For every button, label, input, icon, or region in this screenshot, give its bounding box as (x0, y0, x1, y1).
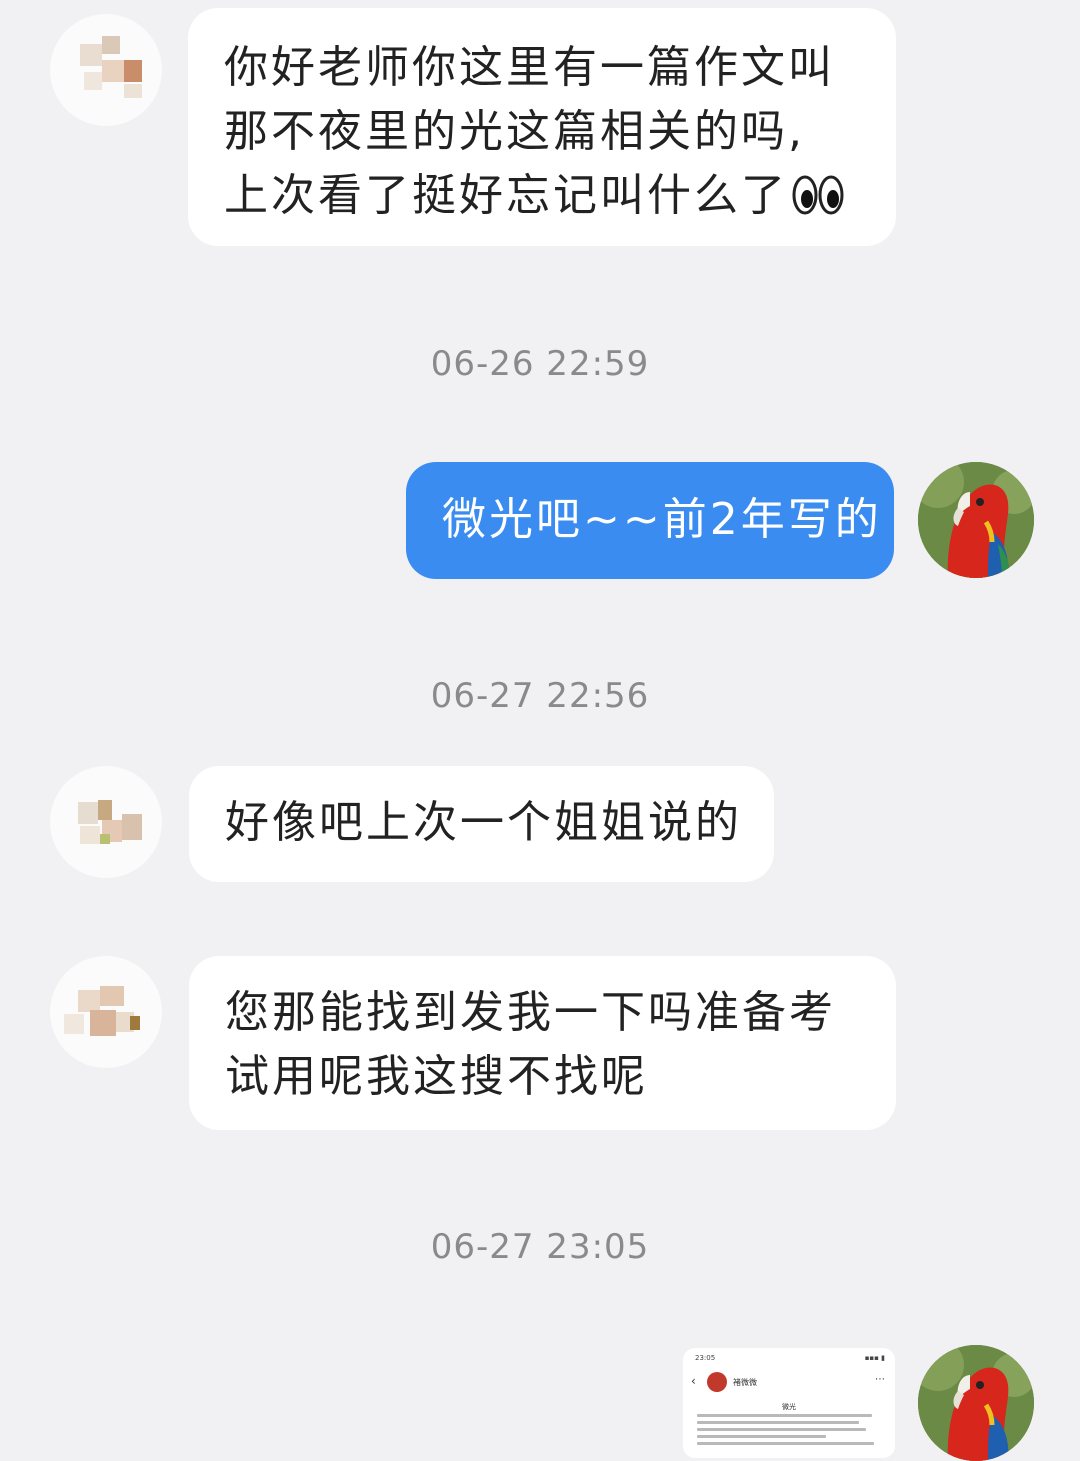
more-icon: ⋯ (875, 1374, 885, 1385)
avatar-pixel (80, 826, 100, 844)
message-text: 你好老师你这里有一篇作文叫 (224, 42, 835, 93)
parrot-icon (918, 1345, 1034, 1461)
avatar-pixel (122, 814, 142, 840)
thumbnail-doc-title: 微光 (782, 1403, 796, 1411)
avatar-pixel (98, 800, 112, 820)
my-avatar-parrot[interactable] (918, 462, 1034, 578)
avatar-pixel (124, 84, 142, 98)
avatar-pixel (102, 60, 124, 82)
eyes-emoji (792, 170, 844, 234)
message-timestamp: 06-27 22:56 (430, 676, 650, 716)
thumbnail-text-line (697, 1435, 826, 1438)
avatar-pixel (130, 1016, 140, 1030)
avatar-pixel (78, 802, 98, 824)
message-bubble-outgoing[interactable]: 微光吧~~前2年写的 (406, 462, 894, 579)
sender-avatar[interactable] (50, 956, 162, 1068)
thumbnail-text-line (697, 1442, 874, 1445)
thumbnail-contact-name: 褚微微 (733, 1378, 757, 1387)
avatar-pixel (80, 44, 102, 66)
thumbnail-text-line (697, 1414, 872, 1417)
avatar-pixel (78, 990, 100, 1012)
avatar-pixel (100, 986, 124, 1006)
message-bubble[interactable]: 你好老师你这里有一篇作文叫 那不夜里的光这篇相关的吗, 上次看了挺好忘记叫什么了 (188, 8, 896, 246)
avatar-pixel (124, 60, 142, 82)
my-avatar-parrot[interactable] (918, 1345, 1034, 1461)
message-text: 您那能找到发我一下吗准备考 (225, 987, 836, 1038)
sender-avatar[interactable] (50, 766, 162, 878)
parrot-icon (918, 462, 1034, 578)
message-timestamp: 06-26 22:59 (430, 344, 650, 384)
avatar-pixel (102, 36, 120, 54)
chevron-left-icon: ‹ (691, 1374, 696, 1388)
avatar-pixel (100, 834, 110, 844)
message-text: 好像吧上次一个姐姐说的 (225, 797, 742, 848)
thumbnail-text-line (697, 1421, 859, 1424)
message-bubble[interactable]: 好像吧上次一个姐姐说的 (189, 766, 774, 882)
message-bubble[interactable]: 您那能找到发我一下吗准备考 试用呢我这搜不找呢 (189, 956, 896, 1130)
image-message-thumbnail[interactable]: 23:05 ▪▪▪ ▮ ‹ 褚微微 ⋯ 微光 (683, 1348, 895, 1458)
avatar-pixel (64, 1014, 84, 1034)
avatar-pixel (84, 72, 102, 90)
sender-avatar[interactable] (50, 14, 162, 126)
message-text-line: 上次看了挺好忘记叫什么了 (224, 170, 788, 221)
thumbnail-signal-icons: ▪▪▪ ▮ (864, 1354, 885, 1362)
message-text: 上次看了挺好忘记叫什么了 (224, 164, 860, 234)
thumbnail-status-time: 23:05 (695, 1354, 716, 1362)
message-text: 试用呢我这搜不找呢 (225, 1051, 648, 1102)
message-text: 那不夜里的光这篇相关的吗, (224, 106, 805, 157)
thumbnail-avatar (707, 1372, 727, 1392)
thumbnail-text-line (697, 1428, 867, 1431)
thumbnail-text-lines (697, 1414, 881, 1449)
avatar-pixel (90, 1010, 116, 1036)
message-timestamp: 06-27 23:05 (430, 1227, 650, 1267)
message-text: 微光吧~~前2年写的 (442, 494, 882, 545)
